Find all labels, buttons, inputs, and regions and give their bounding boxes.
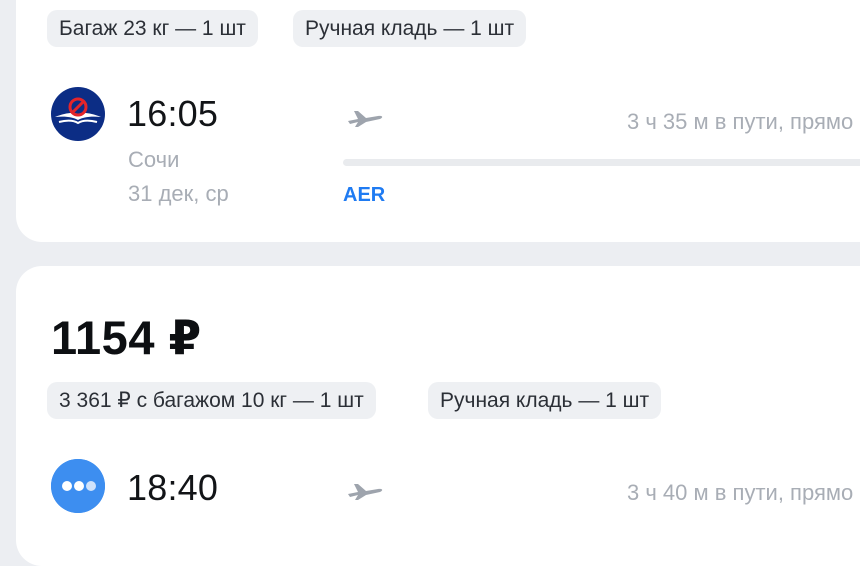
plane-icon [346,480,386,502]
departure-time: 16:05 [127,93,219,134]
route-track [343,159,860,166]
flight-duration: 3 ч 35 м в пути, прямо [627,109,854,134]
flight-card[interactable]: 1154 ₽ 3 361 ₽ с багажом 10 кг — 1 шт Ру… [16,266,860,566]
plane-icon [346,107,386,129]
departure-time: 18:40 [127,467,219,508]
carry-on-badge: Ручная кладь — 1 шт [428,382,662,419]
origin-airport-code[interactable]: AER [343,184,385,207]
carry-on-badge: Ручная кладь — 1 шт [293,10,527,47]
baggage-price-badge: 3 361 ₽ с багажом 10 кг — 1 шт [47,382,376,419]
ticket-price: 1154 ₽ [51,311,202,364]
aeroflot-logo-icon [51,87,105,141]
airline-dots-logo-icon [51,459,105,513]
baggage-badge: Багаж 23 кг — 1 шт [47,10,258,47]
departure-city: Сочи [128,147,180,172]
departure-date: 31 дек, ср [128,181,229,206]
flight-duration: 3 ч 40 м в пути, прямо [627,480,854,505]
flight-card[interactable]: Багаж 23 кг — 1 шт Ручная кладь — 1 шт 1… [16,0,860,242]
